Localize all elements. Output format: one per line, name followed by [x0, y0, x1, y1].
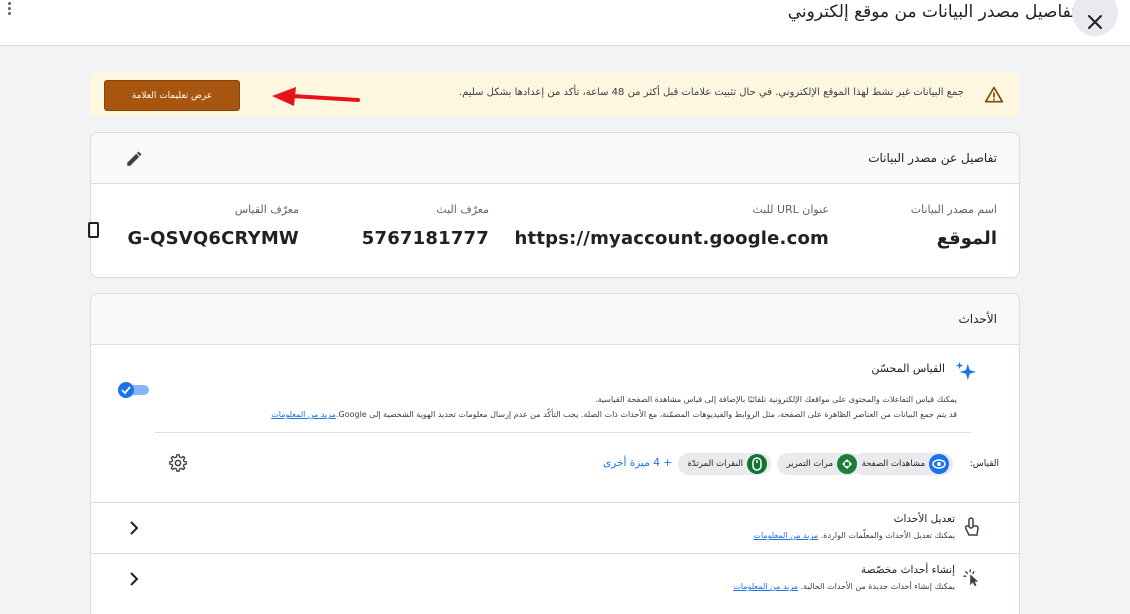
stream-name-value: الموقع: [936, 228, 997, 249]
enhanced-measurement-title: القياس المحسّن: [871, 362, 945, 375]
section-divider: [155, 432, 971, 433]
edit-pencil-icon[interactable]: [125, 150, 143, 168]
warning-message: جمع البيانات غير نشط لهذا الموقع الإلكتر…: [458, 87, 964, 98]
click-cursor-icon: [963, 569, 979, 587]
page-views-chip: مشاهدات الصفحة: [851, 453, 953, 475]
enhanced-measurement-section: القياس المحسّن يمكنك قياس التفاعلات والم…: [91, 346, 1019, 502]
eye-icon: [929, 454, 949, 474]
stream-id-field: معرّف البث 5767181777: [362, 203, 489, 249]
outbound-clicks-label: النقرات المرتدّة: [687, 459, 743, 469]
create-custom-events-row[interactable]: إنشاء أحداث مخصّصة يمكنك إنشاء أحداث جدي…: [91, 553, 1019, 604]
modify-events-desc: يمكنك تعديل الأحداث والمعلّمات الواردة. …: [753, 531, 955, 540]
chevron-right-icon: [130, 521, 139, 535]
events-card-header: الأحداث: [91, 294, 1019, 345]
warning-banner: جمع البيانات غير نشط لهذا الموقع الإلكتر…: [90, 73, 1020, 117]
enhanced-measurement-desc-line1: يمكنك قياس التفاعلات والمحتوى على مواقعك…: [595, 395, 957, 404]
stream-url-label: عنوان URL للبث: [752, 203, 829, 216]
create-events-desc-text: يمكنك إنشاء أحداث جديدة من الأحداث الحال…: [800, 582, 955, 591]
chevron-right-icon: [130, 572, 139, 586]
measurement-label: القياس:: [969, 459, 999, 469]
measurement-id-label: معرّف القياس: [234, 203, 299, 216]
page-title: تفاصيل مصدر البيانات من موقع إلكتروني: [787, 2, 1076, 22]
more-features-link[interactable]: + 4 ميزة أخرى: [603, 457, 672, 469]
modify-events-desc-text: يمكنك تعديل الأحداث والمعلّمات الواردة.: [820, 531, 955, 540]
warning-icon: [984, 86, 1004, 103]
stream-id-label: معرّف البث: [436, 203, 489, 216]
outbound-clicks-chip: النقرات المرتدّة: [677, 453, 771, 475]
view-tag-instructions-button[interactable]: عرض تعليمات العلامة: [104, 80, 240, 111]
modify-events-title: تعديل الأحداث: [893, 513, 955, 525]
modify-events-row[interactable]: تعديل الأحداث يمكنك تعديل الأحداث والمعل…: [91, 502, 1019, 553]
sparkle-icon: [955, 361, 977, 381]
enhanced-measurement-description: يمكنك قياس التفاعلات والمحتوى على مواقعك…: [271, 392, 957, 422]
mouse-icon: [747, 454, 767, 474]
create-events-title: إنشاء أحداث مخصّصة: [861, 564, 955, 576]
enhanced-measurement-desc-line2: قد يتم جمع البيانات من العناصر الظاهرة ع…: [271, 407, 957, 422]
annotation-arrow-icon: [272, 87, 360, 106]
page-views-label: مشاهدات الصفحة: [861, 459, 925, 469]
stream-url-value: https://myaccount.google.com: [514, 228, 829, 249]
stream-name-label: اسم مصدر البيانات: [910, 203, 997, 216]
details-card-header: تفاصيل عن مصدر البيانات: [91, 133, 1019, 184]
scrolls-chip: مرات التمرير: [776, 453, 861, 475]
gear-icon[interactable]: [169, 454, 187, 472]
measurement-id-value: G-QSVQ6CRYMW: [127, 228, 299, 249]
learn-more-link[interactable]: مزيد من المعلومات: [271, 410, 336, 419]
page-header: تفاصيل مصدر البيانات من موقع إلكتروني: [0, 0, 1130, 46]
data-source-details-card: تفاصيل عن مصدر البيانات اسم مصدر البيانا…: [90, 132, 1020, 278]
copy-icon[interactable]: [88, 221, 100, 239]
measurement-id-field: معرّف القياس G-QSVQ6CRYMW: [127, 203, 299, 249]
create-events-learn-more[interactable]: مزيد من المعلومات: [733, 582, 798, 591]
more-vert-icon[interactable]: [8, 2, 12, 16]
stream-url-field: عنوان URL للبث https://myaccount.google.…: [515, 203, 830, 249]
enhanced-measurement-toggle[interactable]: [117, 382, 151, 398]
events-card: الأحداث القياس المحسّن يمكنك قياس التفاع…: [90, 293, 1020, 614]
details-card-title: تفاصيل عن مصدر البيانات: [868, 151, 997, 165]
stream-name-field: اسم مصدر البيانات الموقع: [911, 203, 997, 249]
events-card-title: الأحداث: [958, 312, 997, 326]
create-events-desc: يمكنك إنشاء أحداث جديدة من الأحداث الحال…: [733, 582, 955, 591]
modify-events-learn-more[interactable]: مزيد من المعلومات: [753, 531, 818, 540]
scrolls-label: مرات التمرير: [786, 459, 833, 469]
touch-icon: [964, 517, 979, 536]
desc-line2-text: قد يتم جمع البيانات من العناصر الظاهرة ع…: [335, 410, 957, 419]
scroll-icon: [837, 454, 857, 474]
close-icon: [1088, 15, 1102, 29]
close-button[interactable]: [1072, 0, 1118, 36]
stream-id-value: 5767181777: [361, 228, 489, 249]
